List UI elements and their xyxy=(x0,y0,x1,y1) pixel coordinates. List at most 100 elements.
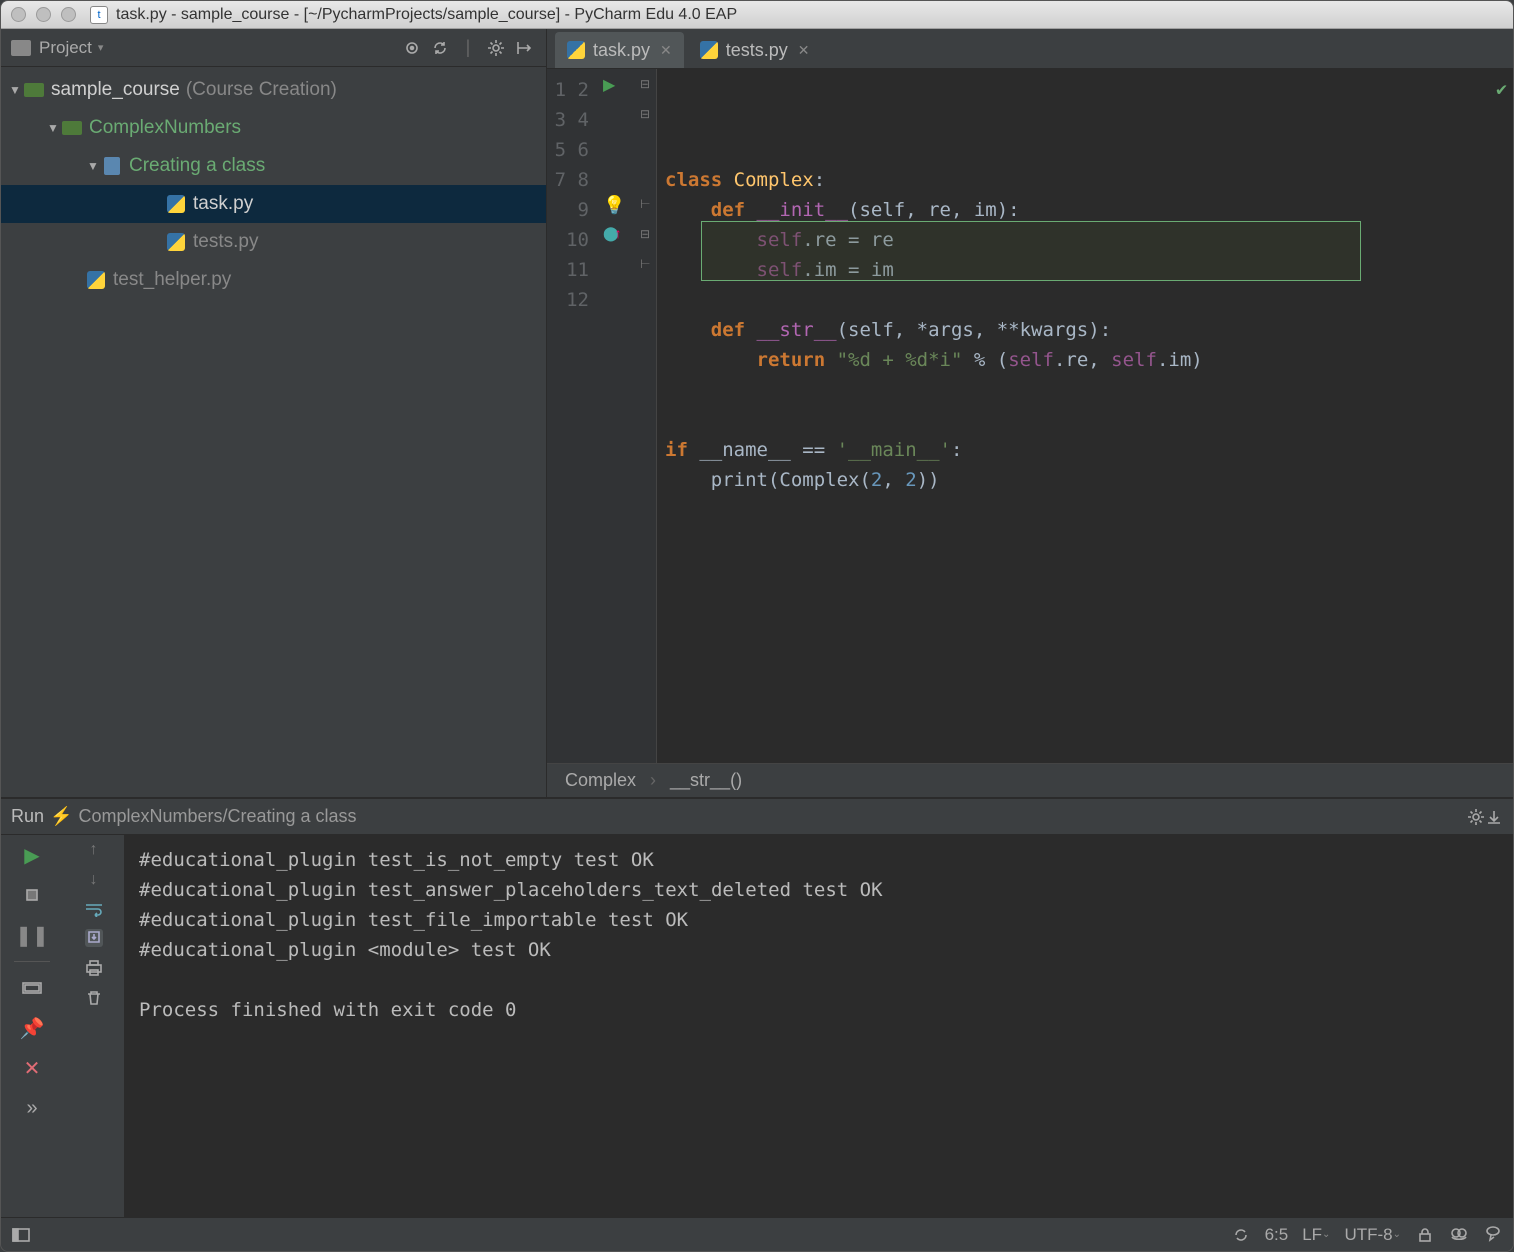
breadcrumb-item[interactable]: Complex xyxy=(565,770,636,791)
task-icon xyxy=(104,157,120,175)
close-icon[interactable]: ✕ xyxy=(660,42,672,59)
sync-status-icon[interactable] xyxy=(1231,1225,1251,1245)
tree-task[interactable]: ▼ Creating a class xyxy=(1,147,546,185)
tree-item-label: test_helper.py xyxy=(113,269,231,291)
pause-icon[interactable]: ❚❚ xyxy=(18,921,46,949)
project-toolbar: Project ▾ | xyxy=(1,29,546,67)
rerun-icon[interactable]: ▶ xyxy=(18,841,46,869)
scroll-to-end-icon[interactable] xyxy=(85,929,103,947)
caret-position[interactable]: 6:5 xyxy=(1265,1225,1289,1245)
up-arrow-icon[interactable]: ↑ xyxy=(90,841,98,859)
toolbar-divider: | xyxy=(456,37,480,58)
sync-icon[interactable] xyxy=(428,37,452,58)
code-editor[interactable]: ✔ class Complex: def __init__(self, re, … xyxy=(657,69,1513,763)
bolt-icon: ⚡ xyxy=(50,806,72,827)
pin-icon[interactable]: 📌 xyxy=(18,1014,46,1042)
run-header: Run ⚡ ComplexNumbers/Creating a class xyxy=(1,799,1513,835)
editor-pane: task.py ✕ tests.py ✕ 1 2 3 4 5 6 7 8 9 1… xyxy=(547,29,1513,797)
tree-item-label: task.py xyxy=(193,193,253,215)
inspection-ok-icon[interactable]: ✔ xyxy=(1496,75,1507,105)
fold-handle-icon[interactable]: ⊟ xyxy=(640,107,650,121)
statusbar: 6:5 LF ⌄ UTF-8 ⌄ xyxy=(1,1217,1513,1251)
collapse-all-icon[interactable] xyxy=(512,37,536,58)
project-pane: Project ▾ | ▼ sample_course xyxy=(1,29,547,797)
notifications-icon[interactable] xyxy=(1483,1225,1503,1245)
more-icon[interactable]: » xyxy=(18,1094,46,1122)
editor-tabs: task.py ✕ tests.py ✕ xyxy=(547,29,1513,69)
mac-traffic-lights xyxy=(11,7,76,22)
editor-body: 1 2 3 4 5 6 7 8 9 10 11 12 ▶ 💡 ⬤↑ ⊟ ⊟ ⊢ … xyxy=(547,69,1513,763)
print-icon[interactable] xyxy=(84,959,104,977)
inspector-icon[interactable] xyxy=(1449,1225,1469,1245)
run-console[interactable]: #educational_plugin test_is_not_empty te… xyxy=(125,835,1513,1217)
run-tool-label[interactable]: Run xyxy=(11,806,44,827)
run-line-icon[interactable]: ▶ xyxy=(603,75,615,95)
tree-file-task-py[interactable]: task.py xyxy=(1,185,546,223)
intention-bulb-icon[interactable]: 💡 xyxy=(603,195,625,216)
fold-end-icon[interactable]: ⊢ xyxy=(640,197,650,211)
python-file-icon xyxy=(567,41,585,59)
download-icon[interactable] xyxy=(1485,808,1503,826)
tree-root-name: sample_course xyxy=(51,79,180,101)
override-method-icon[interactable]: ⬤↑ xyxy=(603,225,626,242)
python-file-icon xyxy=(167,195,185,213)
gear-icon[interactable] xyxy=(1467,808,1485,826)
python-file-icon xyxy=(167,233,185,251)
dump-threads-icon[interactable] xyxy=(18,974,46,1002)
titlebar: t task.py - sample_course - [~/PycharmPr… xyxy=(1,1,1513,29)
answer-placeholder-box xyxy=(701,221,1361,281)
fold-handle-icon[interactable]: ⊟ xyxy=(640,77,650,91)
soft-wrap-icon[interactable] xyxy=(84,901,104,917)
fold-handle-icon[interactable]: ⊟ xyxy=(640,227,650,241)
run-toolbar-primary: ▶ ❚❚ 📌 ✕ » xyxy=(1,835,63,1217)
expand-arrow-icon[interactable]: ▼ xyxy=(7,83,23,97)
editor-breadcrumb[interactable]: Complex › __str__() xyxy=(547,763,1513,797)
tab-task-py[interactable]: task.py ✕ xyxy=(555,32,684,68)
close-icon[interactable]: ✕ xyxy=(798,42,810,59)
line-number-gutter: 1 2 3 4 5 6 7 8 9 10 11 12 xyxy=(547,69,597,763)
project-view-dropdown[interactable]: ▾ xyxy=(98,41,104,54)
scroll-from-source-icon[interactable] xyxy=(400,37,424,58)
breadcrumb-item[interactable]: __str__() xyxy=(670,770,742,791)
ide-window: t task.py - sample_course - [~/PycharmPr… xyxy=(0,0,1514,1252)
trash-icon[interactable] xyxy=(85,989,103,1007)
minimize-window-button[interactable] xyxy=(36,7,51,22)
project-icon xyxy=(11,40,31,56)
python-file-icon xyxy=(87,271,105,289)
main-split: Project ▾ | ▼ sample_course xyxy=(1,29,1513,797)
expand-arrow-icon[interactable]: ▼ xyxy=(85,159,101,173)
zoom-window-button[interactable] xyxy=(61,7,76,22)
close-icon[interactable]: ✕ xyxy=(18,1054,46,1082)
project-tree[interactable]: ▼ sample_course (Course Creation) ▼ Comp… xyxy=(1,67,546,797)
gear-icon[interactable] xyxy=(484,37,508,58)
window-title: task.py - sample_course - [~/PycharmProj… xyxy=(116,6,737,24)
run-tool-window: Run ⚡ ComplexNumbers/Creating a class ▶ … xyxy=(1,797,1513,1217)
down-arrow-icon[interactable]: ↓ xyxy=(90,871,98,889)
project-tool-label[interactable]: Project xyxy=(39,38,92,58)
tab-label: task.py xyxy=(593,40,650,61)
chevron-right-icon: › xyxy=(650,770,656,791)
run-toolbar-secondary: ↑ ↓ xyxy=(63,835,125,1217)
readwrite-lock-icon[interactable] xyxy=(1415,1225,1435,1245)
close-window-button[interactable] xyxy=(11,7,26,22)
tree-file-tests-py[interactable]: tests.py xyxy=(1,223,546,261)
tab-label: tests.py xyxy=(726,40,788,61)
tool-window-toggle-icon[interactable] xyxy=(11,1225,31,1245)
lesson-icon xyxy=(62,121,82,135)
run-config-label[interactable]: ComplexNumbers/Creating a class xyxy=(78,806,356,827)
fold-gutter: ⊟ ⊟ ⊢ ⊟ ⊢ xyxy=(637,69,657,763)
tree-item-label: ComplexNumbers xyxy=(89,117,241,139)
expand-arrow-icon[interactable]: ▼ xyxy=(45,121,61,135)
tree-root[interactable]: ▼ sample_course (Course Creation) xyxy=(1,71,546,109)
stop-icon[interactable] xyxy=(18,881,46,909)
tree-root-suffix: (Course Creation) xyxy=(186,79,337,101)
tree-item-label: Creating a class xyxy=(129,155,265,177)
tab-tests-py[interactable]: tests.py ✕ xyxy=(688,32,822,68)
fold-end-icon[interactable]: ⊢ xyxy=(640,257,650,271)
tree-item-label: tests.py xyxy=(193,231,258,253)
tree-lesson[interactable]: ▼ ComplexNumbers xyxy=(1,109,546,147)
gutter-icons: ▶ 💡 ⬤↑ xyxy=(597,69,637,763)
line-separator[interactable]: LF ⌄ xyxy=(1302,1225,1330,1245)
file-encoding[interactable]: UTF-8 ⌄ xyxy=(1344,1225,1401,1245)
tree-file-test-helper-py[interactable]: test_helper.py xyxy=(1,261,546,299)
